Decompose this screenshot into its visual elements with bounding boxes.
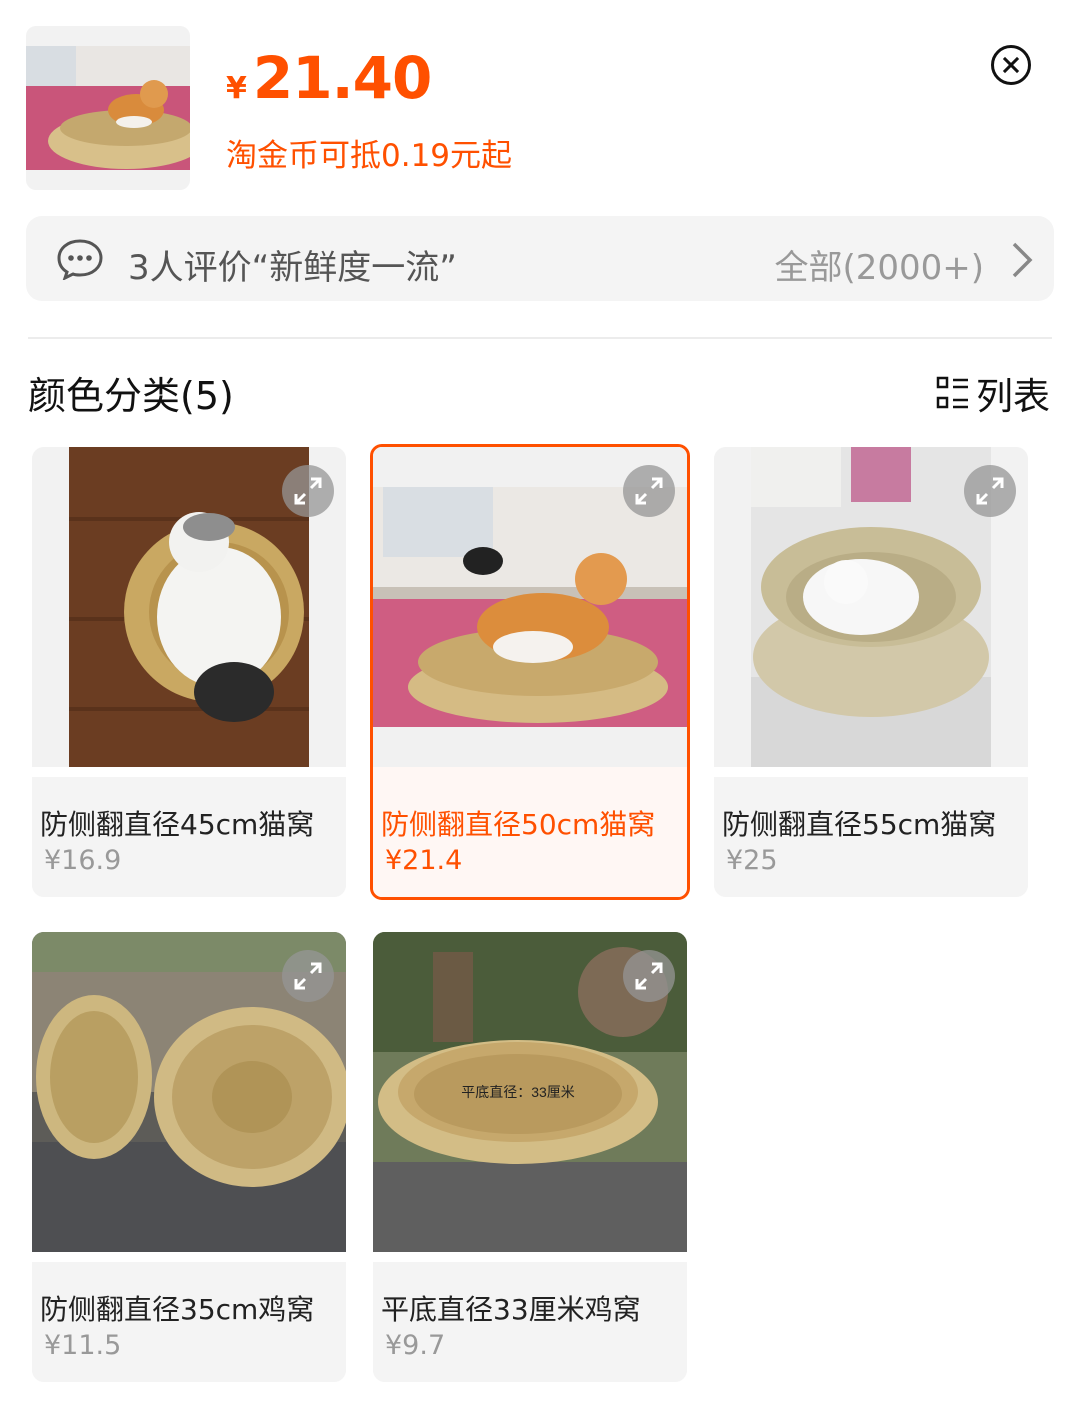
option-card[interactable]: 防侧翻直径35cm鸡窝 ¥11.5 <box>32 932 346 1382</box>
section-title: 颜色分类(5) <box>28 374 234 418</box>
list-label: 列表 <box>976 375 1050 418</box>
list-view-toggle[interactable]: 列表 <box>936 366 1050 420</box>
cat-in-basket-photo <box>69 447 309 767</box>
price-display: ¥ 21.40 <box>226 44 432 112</box>
option-label-area: 防侧翻直径55cm猫窝 ¥25 <box>714 777 1028 897</box>
option-price: ¥21.4 <box>385 845 463 876</box>
expand-icon[interactable] <box>964 465 1016 517</box>
image-caption: 平底直径：33厘米 <box>461 1084 575 1100</box>
option-card[interactable]: 防侧翻直径55cm猫窝 ¥25 <box>714 447 1028 897</box>
option-card-selected[interactable]: 防侧翻直径50cm猫窝 ¥21.4 <box>370 444 690 900</box>
price-value: 21.40 <box>252 44 432 112</box>
expand-icon[interactable] <box>282 950 334 1002</box>
option-name: 防侧翻直径55cm猫窝 <box>722 808 997 841</box>
expand-icon[interactable] <box>623 465 675 517</box>
review-summary-bar[interactable]: 3人评价“新鲜度一流” 全部(2000+) <box>26 216 1054 301</box>
option-image: 平底直径：33厘米 <box>373 932 687 1252</box>
option-label-area: 平底直径33厘米鸡窝 ¥9.7 <box>373 1262 687 1382</box>
option-image <box>714 447 1028 767</box>
cat-bed-photo <box>26 46 190 170</box>
orange-cat-basket-photo <box>373 487 687 727</box>
all-reviews-link[interactable]: 全部(2000+) <box>774 240 984 289</box>
white-cat-basket-photo <box>751 447 991 767</box>
option-label-area: 防侧翻直径35cm鸡窝 ¥11.5 <box>32 1262 346 1382</box>
option-label-area: 防侧翻直径50cm猫窝 ¥21.4 <box>373 777 687 897</box>
review-highlight: 3人评价“新鲜度一流” <box>128 248 457 288</box>
option-label-area: 防侧翻直径45cm猫窝 ¥16.9 <box>32 777 346 897</box>
option-name: 防侧翻直径50cm猫窝 <box>381 808 656 841</box>
option-image <box>32 932 346 1252</box>
option-price: ¥16.9 <box>44 845 122 876</box>
option-name: 平底直径33厘米鸡窝 <box>381 1293 641 1326</box>
option-price: ¥11.5 <box>44 1330 122 1361</box>
product-thumbnail[interactable] <box>26 26 190 190</box>
option-name: 防侧翻直径45cm猫窝 <box>40 808 315 841</box>
option-image <box>32 447 346 767</box>
expand-icon[interactable] <box>623 950 675 1002</box>
option-card[interactable]: 平底直径：33厘米 平底直径33厘米鸡窝 ¥9.7 <box>373 932 687 1382</box>
chat-bubble-icon <box>56 238 104 284</box>
chevron-right-icon <box>1008 241 1036 283</box>
close-button[interactable] <box>991 45 1031 85</box>
currency-symbol: ¥ <box>226 71 247 106</box>
option-name: 防侧翻直径35cm鸡窝 <box>40 1293 315 1326</box>
option-card[interactable]: 防侧翻直径45cm猫窝 ¥16.9 <box>32 447 346 897</box>
divider <box>28 337 1052 339</box>
list-icon <box>936 376 968 409</box>
option-price: ¥9.7 <box>385 1330 446 1361</box>
option-price: ¥25 <box>726 845 778 876</box>
option-image <box>373 447 687 767</box>
coin-discount-note: 淘金币可抵0.19元起 <box>226 138 513 174</box>
expand-icon[interactable] <box>282 465 334 517</box>
